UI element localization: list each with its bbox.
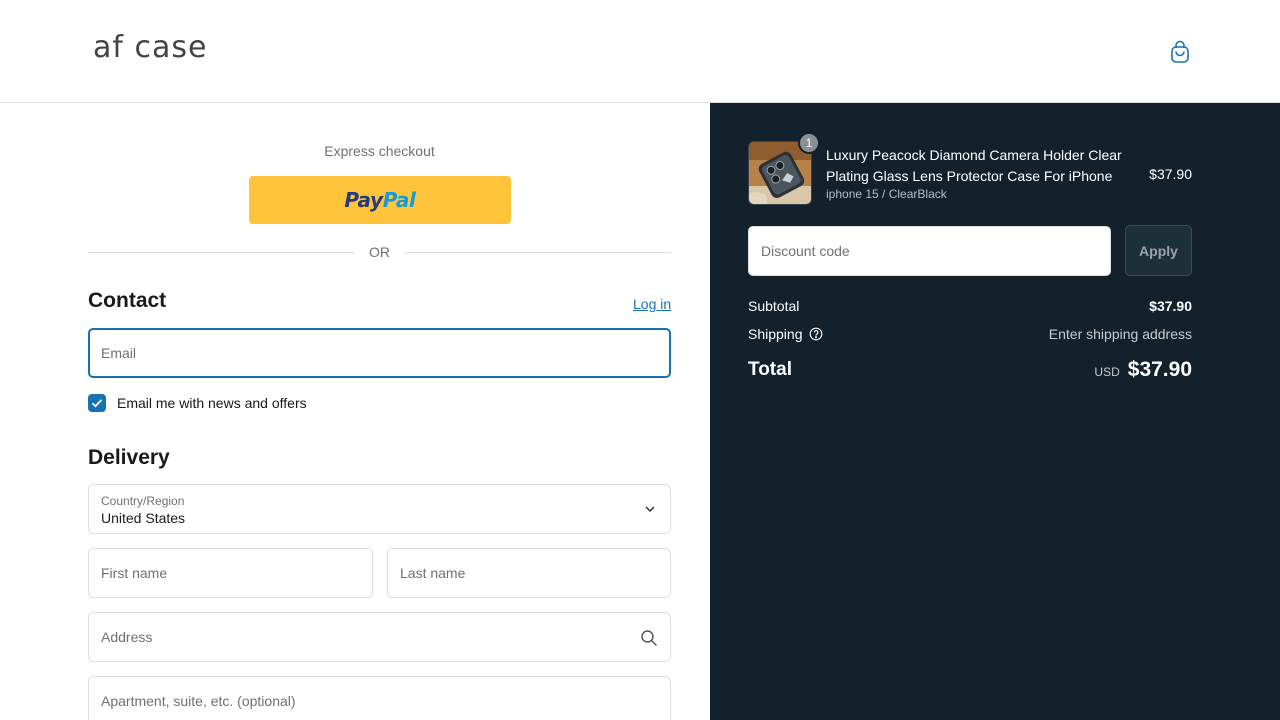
news-checkbox[interactable] [88,394,106,412]
delivery-title: Delivery [88,446,170,469]
cart-button[interactable] [1166,38,1194,66]
apartment-placeholder: Apartment, suite, etc. (optional) [101,693,296,709]
contact-title: Contact [88,289,167,312]
shipping-row: Shipping Enter shipping address [748,326,1192,342]
address-placeholder: Address [101,629,153,645]
news-opt-in: Email me with news and offers [88,394,307,412]
store-logo[interactable]: af case [93,30,207,65]
search-icon[interactable] [640,629,658,647]
shopping-bag-icon [1171,40,1189,63]
last-name-field[interactable]: Last name [387,548,671,598]
subtotal-value: $37.90 [1149,298,1192,314]
last-name-placeholder: Last name [400,565,466,581]
express-checkout-label: Express checkout [324,143,435,159]
email-placeholder: Email [101,345,137,361]
total-label: Total [748,359,792,380]
shipping-label: Shipping [748,326,803,342]
currency-code: USD [1094,365,1120,379]
country-value: United States [101,510,186,526]
total-row: Total USD $37.90 [748,358,1192,382]
subtotal-row: Subtotal $37.90 [748,298,1192,314]
paypal-button[interactable]: PayPal [249,176,511,224]
product-variant: iphone 15 / ClearBlack [826,187,947,201]
discount-placeholder: Discount code [761,243,850,259]
country-label: Country/Region [101,494,185,508]
email-field[interactable]: Email [88,328,671,378]
apply-discount-button[interactable]: Apply [1125,225,1192,276]
news-checkbox-label: Email me with news and offers [117,395,307,411]
order-summary: 1 Luxury Peacock Diamond Camera Holder C… [710,103,1280,720]
total-value-wrap: USD $37.90 [1094,358,1192,382]
product-title: Luxury Peacock Diamond Camera Holder Cle… [826,147,1122,184]
chevron-down-icon [645,506,655,513]
address-field[interactable]: Address [88,612,671,662]
total-amount: $37.90 [1127,358,1192,381]
or-label: OR [369,244,390,260]
subtotal-label: Subtotal [748,298,800,314]
product-price: $37.90 [1149,166,1192,182]
first-name-placeholder: First name [101,565,168,581]
shipping-value: Enter shipping address [1048,326,1192,342]
help-icon[interactable] [809,327,823,341]
login-link[interactable]: Log in [633,296,671,312]
paypal-logo: PayPal [344,188,416,212]
or-divider: OR [88,241,671,263]
quantity-badge: 1 [798,132,820,154]
product-thumbnail-wrap: 1 [748,132,820,205]
discount-code-field[interactable]: Discount code [748,226,1111,276]
country-select[interactable]: Country/Region United States [88,484,671,534]
checkout-form: Express checkout PayPal OR Contact Log i… [0,103,710,720]
site-header: af case [0,0,1280,103]
shipping-label-wrap: Shipping [748,326,823,342]
first-name-field[interactable]: First name [88,548,373,598]
apartment-field[interactable]: Apartment, suite, etc. (optional) [88,676,671,720]
divider-line [88,251,355,253]
checkmark-icon [91,399,103,408]
divider-line [404,251,671,253]
